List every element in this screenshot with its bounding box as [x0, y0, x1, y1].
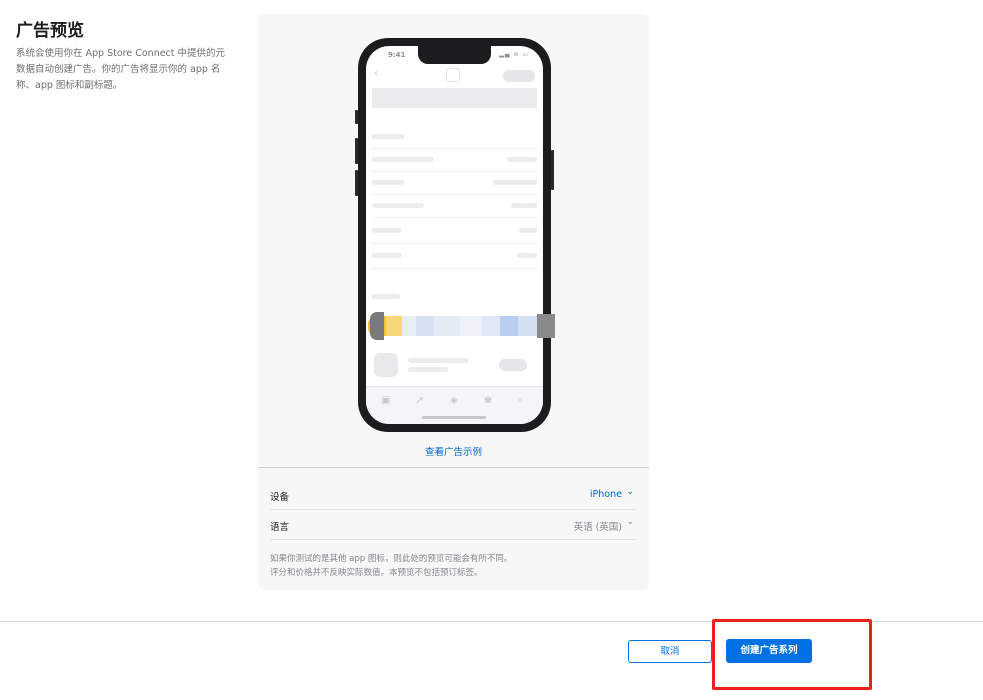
language-value: 英语 (英国) [573, 522, 622, 533]
disclaimer-line: 评分和价格并不反映实际数值。本预览不包括预订标签。 [270, 568, 483, 578]
ad-preview-card: 9:41 ▂▄ ≋ ▭ ‹ ▣ ➚ ◈ ♚ ⌕ 查看广告示例 设备 iPhone… [258, 14, 649, 590]
disclaimer-line: 如果你测试的是其他 app 图标，则此处的预览可能会有所不同。 [270, 554, 513, 564]
device-label: 设备 [270, 492, 290, 503]
phone-side-button [355, 138, 358, 164]
phone-side-button [355, 170, 358, 196]
layers-icon: ◈ [450, 395, 458, 406]
preview-disclaimer: 如果你测试的是其他 app 图标，则此处的预览可能会有所不同。 评分和价格并不反… [270, 552, 636, 580]
skeleton-text [372, 203, 424, 208]
skeleton-text [507, 157, 537, 162]
skeleton-text [511, 203, 537, 208]
skeleton-divider [372, 171, 537, 172]
skeleton-text [408, 358, 468, 363]
skeleton-text [493, 180, 537, 185]
skeleton-divider [372, 148, 537, 149]
rocket-icon: ➚ [415, 395, 425, 406]
skeleton-text [372, 228, 402, 233]
create-campaign-button[interactable]: 创建广告系列 [726, 639, 812, 663]
chevron-down-icon: ⌄ [626, 487, 634, 497]
device-value: iPhone [589, 489, 622, 500]
chevron-down-icon: ⌄ [626, 517, 634, 527]
overlay-grip [370, 312, 384, 340]
divider [258, 467, 649, 468]
skeleton-text [372, 294, 400, 299]
phone-notch [418, 46, 491, 64]
skeleton-text [372, 157, 434, 162]
skeleton-divider [372, 268, 537, 269]
view-ad-example-link[interactable]: 查看广告示例 [258, 444, 649, 458]
skeleton-divider [372, 194, 537, 195]
language-select[interactable]: 语言 英语 (英国) ⌄ [270, 510, 636, 540]
home-indicator [422, 416, 486, 419]
skeleton-text [519, 228, 537, 233]
search-icon: ⌕ [517, 395, 523, 406]
skeleton-text [372, 134, 404, 139]
arcade-icon: ♚ [483, 395, 493, 406]
skeleton-text [517, 253, 537, 258]
skeleton-text [372, 253, 402, 258]
phone-side-button [551, 150, 554, 190]
skeleton-text [408, 367, 448, 372]
get-button-placeholder [503, 70, 535, 82]
get-button-placeholder [499, 359, 527, 371]
search-ad-preview-pixelated [366, 308, 543, 346]
language-label: 语言 [270, 522, 290, 533]
banner-placeholder [372, 88, 537, 108]
phone-side-button [355, 110, 358, 124]
page-title: 广告预览 [16, 21, 84, 41]
skeleton-divider [372, 217, 537, 218]
overlay-handle [537, 314, 555, 338]
skeleton-text [372, 180, 404, 185]
photo-icon: ▣ [381, 395, 391, 406]
tab-bar: ▣ ➚ ◈ ♚ ⌕ [366, 386, 543, 424]
iphone-mockup: 9:41 ▂▄ ≋ ▭ ‹ ▣ ➚ ◈ ♚ ⌕ [355, 38, 554, 432]
status-icons: ▂▄ ≋ ▭ [499, 51, 529, 58]
app-icon-placeholder [446, 68, 460, 82]
app-icon-placeholder [374, 353, 398, 377]
cancel-button[interactable]: 取消 [628, 640, 712, 663]
page-description: 系统会使用你在 App Store Connect 中提供的元数据自动创建广告。… [16, 48, 226, 91]
phone-screen: 9:41 ▂▄ ≋ ▭ ‹ ▣ ➚ ◈ ♚ ⌕ [366, 46, 543, 424]
device-select[interactable]: 设备 iPhone ⌄ [270, 480, 636, 510]
back-chevron-icon: ‹ [374, 68, 378, 79]
status-time: 9:41 [388, 51, 406, 59]
footer-divider [0, 621, 983, 622]
skeleton-divider [372, 243, 537, 244]
